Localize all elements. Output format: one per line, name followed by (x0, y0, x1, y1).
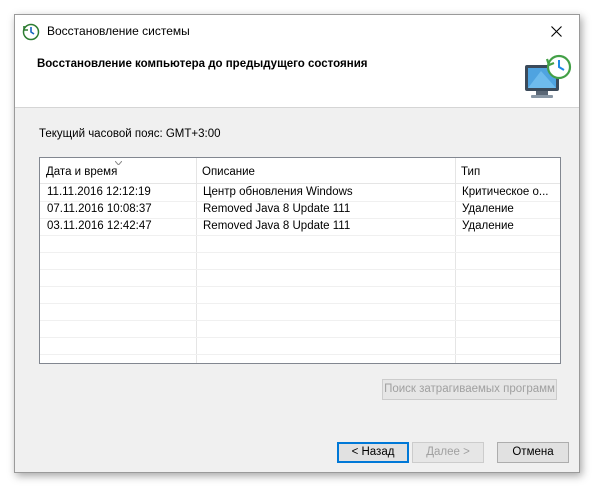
column-header-description[interactable]: Описание (196, 158, 455, 183)
wizard-header: Восстановление компьютера до предыдущего… (15, 47, 579, 108)
cancel-button[interactable]: Отмена (497, 442, 569, 463)
close-icon (550, 25, 562, 37)
close-button[interactable] (533, 15, 579, 47)
row-date: 07.11.2016 10:08:37 (47, 203, 152, 215)
list-header: Дата и время Описание Тип (40, 158, 560, 184)
empty-row (40, 235, 560, 253)
title-bar: Восстановление системы (15, 15, 579, 47)
sort-descending-icon (115, 161, 122, 165)
empty-row (40, 320, 560, 338)
empty-row (40, 252, 560, 270)
empty-row (40, 337, 560, 355)
computer-restore-icon (525, 54, 572, 98)
restore-points-list[interactable]: Дата и время Описание Тип 11.11.2016 12:… (39, 157, 561, 364)
row-description: Removed Java 8 Update 111 (203, 220, 351, 232)
row-description: Removed Java 8 Update 111 (203, 203, 351, 215)
table-row[interactable]: 07.11.2016 10:08:37 Removed Java 8 Updat… (40, 201, 560, 219)
row-type: Критическое о... (462, 186, 549, 198)
table-row[interactable]: 03.11.2016 12:42:47 Removed Java 8 Updat… (40, 218, 560, 236)
row-description: Центр обновления Windows (203, 186, 353, 198)
row-date: 11.11.2016 12:12:19 (47, 186, 151, 198)
table-row[interactable]: 11.11.2016 12:12:19 Центр обновления Win… (40, 184, 560, 202)
empty-row (40, 303, 560, 321)
next-button[interactable]: Далее > (412, 442, 484, 463)
empty-row (40, 286, 560, 304)
system-restore-window: Восстановление системы Восстановление ко… (14, 14, 580, 473)
scan-affected-programs-button[interactable]: Поиск затрагиваемых программ (382, 379, 557, 400)
empty-row (40, 269, 560, 287)
back-button[interactable]: < Назад (337, 442, 409, 463)
timezone-label: Текущий часовой пояс: GMT+3:00 (39, 128, 221, 140)
column-header-type[interactable]: Тип (455, 158, 560, 183)
window-title: Восстановление системы (47, 24, 190, 38)
header-title: Восстановление компьютера до предыдущего… (37, 58, 368, 70)
row-type: Удаление (462, 220, 514, 232)
row-type: Удаление (462, 203, 514, 215)
system-restore-icon (22, 23, 40, 41)
row-date: 03.11.2016 12:42:47 (47, 220, 152, 232)
